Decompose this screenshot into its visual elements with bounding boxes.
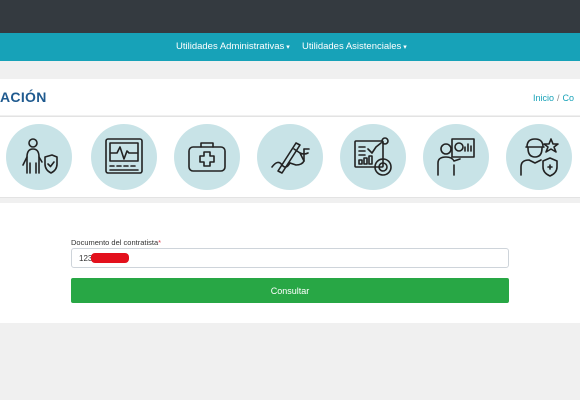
monitor-heartbeat-icon[interactable] [91, 124, 157, 190]
breadcrumb-home-link[interactable]: Inicio [533, 93, 554, 103]
nav-label: Utilidades Administrativas [176, 41, 285, 52]
breadcrumb-separator: / [557, 93, 560, 103]
contractor-query-form: Documento del contratista* Consultar [0, 203, 580, 323]
analytics-report-icon[interactable] [340, 124, 406, 190]
page-header: ACIÓN Inicio / Co [0, 79, 580, 115]
teacher-presentation-icon[interactable] [423, 124, 489, 190]
main-navbar: Utilidades Administrativas ▾ Utilidades A… [0, 33, 580, 61]
person-shield-icon[interactable] [6, 124, 72, 190]
top-bar [0, 0, 580, 33]
medical-worker-icon[interactable] [506, 124, 572, 190]
nav-label: Utilidades Asistenciales [302, 41, 402, 52]
document-label-text: Documento del contratista [71, 238, 159, 247]
breadcrumb-current[interactable]: Co [563, 93, 575, 103]
spacer [0, 61, 580, 79]
page-title: ACIÓN [0, 89, 47, 105]
chevron-down-icon: ▾ [286, 44, 290, 51]
chevron-down-icon: ▾ [403, 44, 407, 51]
required-marker: * [158, 238, 162, 247]
document-field-label: Documento del contratista* [71, 238, 161, 247]
first-aid-kit-icon[interactable] [174, 124, 240, 190]
breadcrumb: Inicio / Co [533, 93, 574, 103]
document-input[interactable] [71, 248, 509, 268]
nav-menu-administrativas[interactable]: Utilidades Administrativas ▾ [176, 33, 290, 61]
redaction-mark [91, 253, 129, 263]
nav-menu-asistenciales[interactable]: Utilidades Asistenciales ▾ [302, 33, 407, 61]
shortcut-icons-panel [0, 116, 580, 198]
consultar-button[interactable]: Consultar [71, 278, 509, 303]
hand-signature-icon[interactable] [257, 124, 323, 190]
